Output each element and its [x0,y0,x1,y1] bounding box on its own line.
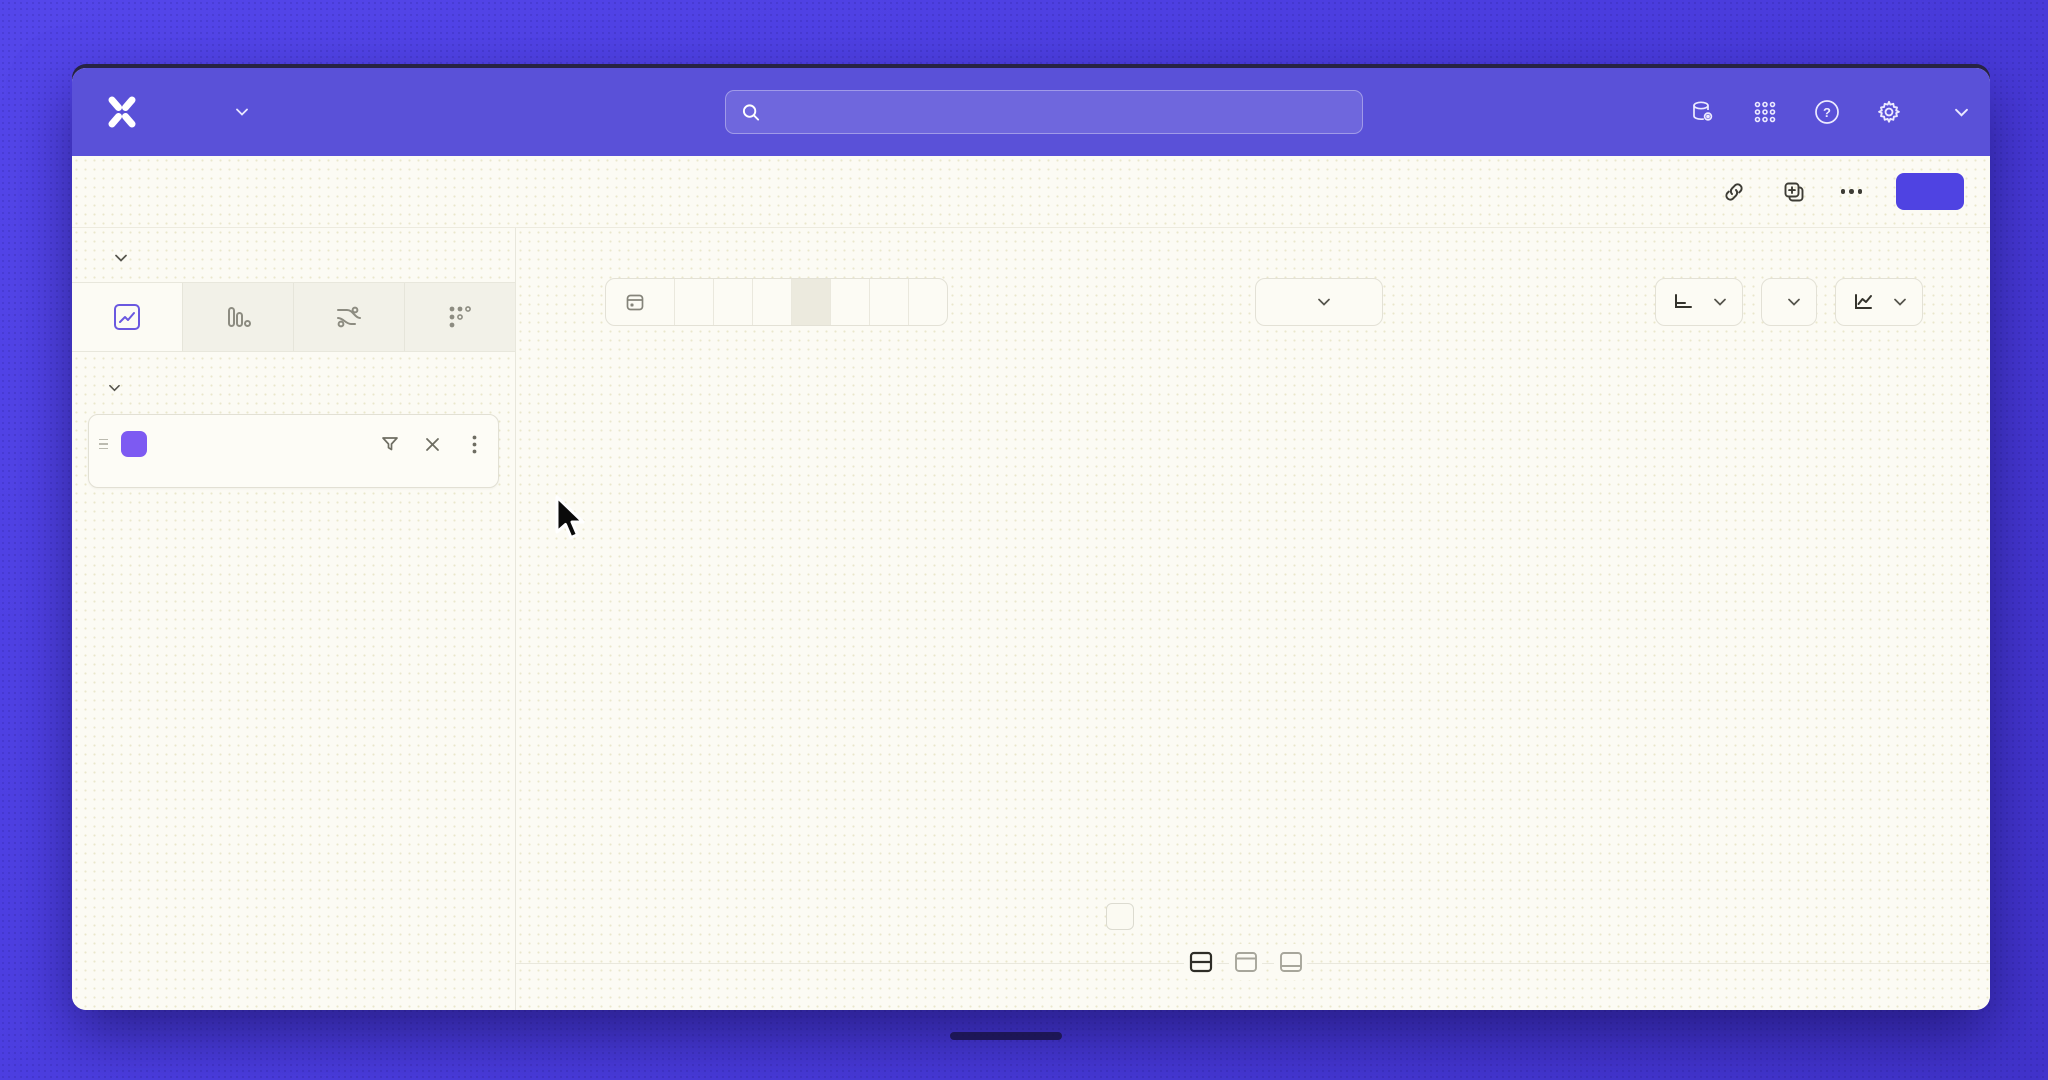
navbar-right-cluster: ? [1687,68,1968,156]
search-icon [742,103,760,122]
app-body [72,228,1990,1010]
chevron-down-icon [1894,298,1906,306]
tab-flows[interactable] [294,283,405,351]
range-12m[interactable] [909,279,947,325]
chevron-down-icon [1955,108,1968,117]
bottom-bar-view-icon [1278,949,1304,975]
report-titlebar [72,156,1990,228]
range-3m[interactable] [831,279,870,325]
chart-page-indicator[interactable] [1106,903,1134,930]
compare-dropdown[interactable] [1255,278,1383,326]
retention-grid-icon [446,303,474,331]
remove-event-icon[interactable] [422,434,442,454]
event-series-badge [121,431,147,457]
svg-text:?: ? [1823,105,1831,120]
chart-type-dropdown[interactable] [1835,278,1923,326]
chevron-down-icon [1788,298,1800,306]
project-selector[interactable] [1941,108,1968,117]
line-chart-icon [1852,292,1874,312]
events-cohorts-title[interactable] [100,384,120,392]
mixpanel-logo-icon[interactable] [102,92,142,132]
flow-icon [333,301,365,333]
dock-indicator [950,1032,1062,1040]
calendar-icon [625,292,645,312]
top-bar-view-icon [1233,949,1259,975]
layout-chart-top-button[interactable] [1229,944,1262,980]
query-builder-sidebar [72,228,516,1010]
save-button[interactable] [1896,173,1964,210]
range-today[interactable] [675,279,714,325]
settings-gear-icon[interactable] [1873,96,1905,128]
tab-funnels[interactable] [183,283,294,351]
duplicate-icon[interactable] [1781,179,1807,205]
report-type-tabs [72,282,515,352]
top-navbar: ? [72,68,1990,156]
chart-controls-row [516,278,1990,326]
range-yesterday[interactable] [714,279,753,325]
event-card-actions [380,434,484,454]
report-actions [1721,173,1965,210]
app-window: ? [72,68,1990,1010]
data-management-icon[interactable] [1687,96,1719,128]
line-chart[interactable] [516,368,1990,913]
tab-retention[interactable] [405,283,515,351]
bar-chart-icon [223,302,253,332]
chevron-down-icon [109,384,120,392]
insights-chart-icon [111,301,143,333]
scale-dropdown[interactable] [1655,278,1743,326]
split-view-icon [1188,949,1214,975]
layout-toggle-group [1184,944,1307,980]
analyze-row [72,228,515,282]
interval-dropdown[interactable] [1761,278,1817,326]
global-search[interactable] [725,90,1363,134]
nav-item-reports[interactable] [228,108,248,116]
event-card-purchase-completed[interactable] [88,414,499,488]
help-icon[interactable]: ? [1811,96,1843,128]
chart-panel [516,228,1990,1010]
chevron-down-icon [115,254,127,262]
layout-chart-bottom-button[interactable] [1274,944,1307,980]
range-6m[interactable] [870,279,909,325]
analyze-entity-dropdown[interactable] [108,254,127,262]
apps-grid-icon[interactable] [1749,96,1781,128]
layout-split-view-button[interactable] [1184,944,1217,980]
primary-nav [184,108,336,116]
linear-axis-icon [1672,292,1694,312]
kebab-menu-icon[interactable] [464,434,484,454]
range-7d[interactable] [753,279,792,325]
events-cohorts-header [72,352,515,410]
filter-funnel-icon[interactable] [380,434,400,454]
chevron-down-icon [236,108,248,116]
chevron-down-icon [1714,298,1726,306]
chart-display-controls [1655,278,1923,326]
chart-legend[interactable] [1233,350,1257,364]
range-30d-selected[interactable] [792,279,831,325]
tab-insights[interactable] [72,283,183,351]
search-input[interactable] [772,103,1346,122]
copy-link-icon[interactable] [1721,179,1747,205]
date-range-segmented-control [605,278,948,326]
drag-handle-icon[interactable] [99,439,113,450]
more-options-icon[interactable] [1841,189,1863,194]
range-custom[interactable] [606,279,675,325]
legend-swatch [1233,350,1247,364]
chevron-down-icon [1318,298,1330,306]
